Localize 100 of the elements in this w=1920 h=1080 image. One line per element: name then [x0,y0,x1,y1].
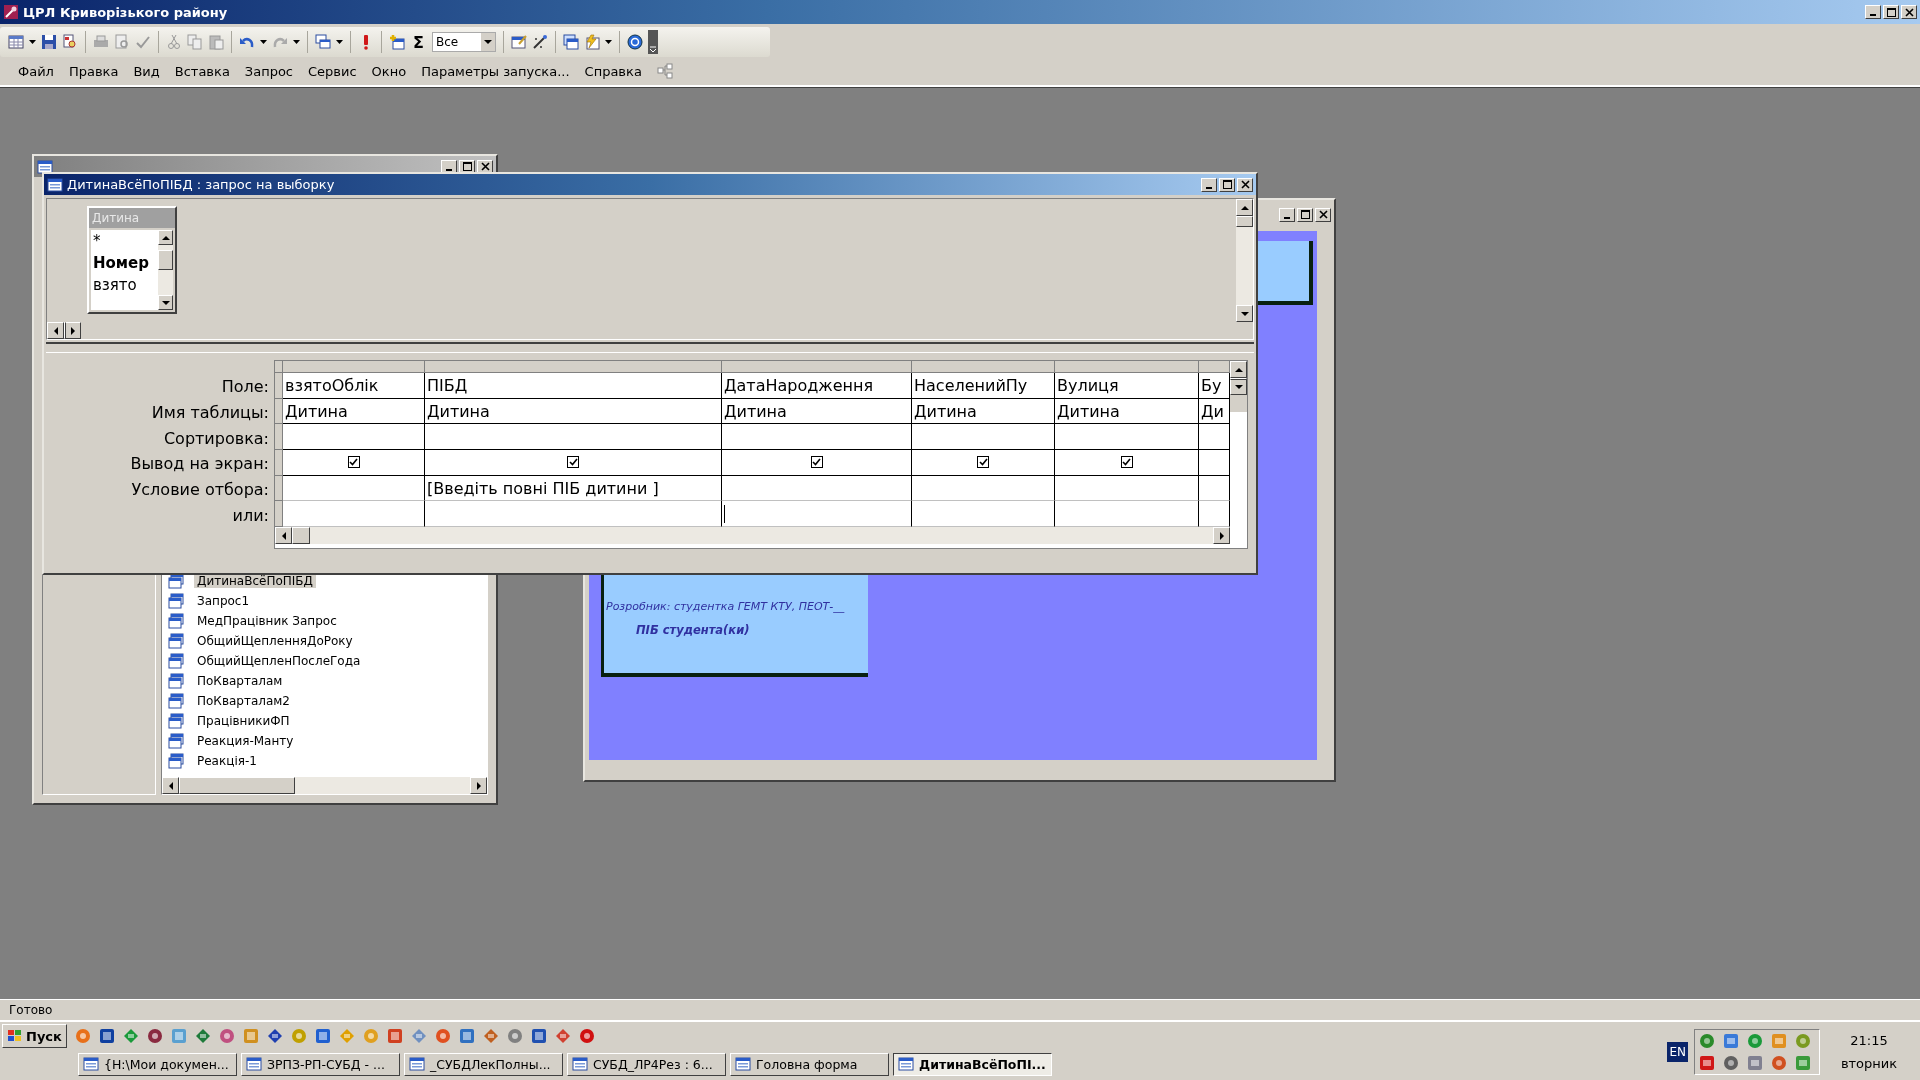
menu-item[interactable]: Вид [133,63,160,79]
minimize-button[interactable] [441,159,457,174]
query-icon[interactable] [168,653,184,669]
launcher-icon[interactable] [266,1028,283,1044]
query-icon[interactable] [168,713,184,729]
scroll-thumb[interactable] [1236,216,1253,227]
properties-icon[interactable] [510,34,527,50]
list-item[interactable]: ПоКварталам2 [194,694,293,708]
grid-cell[interactable] [1055,475,1199,502]
menu-item[interactable]: Справка [584,63,642,79]
checkbox[interactable] [977,456,989,469]
relationships-icon[interactable] [656,63,673,79]
tray-icon[interactable] [1699,1055,1715,1071]
grid-cell[interactable]: НаселенийПу [912,373,1055,399]
taskbar-button[interactable]: СУБД_ЛР4Рез : 6... [567,1052,726,1076]
row-selector[interactable] [275,373,283,399]
start-button[interactable]: Пуск [2,1024,67,1048]
grid-cell[interactable]: Вулиця [1055,373,1199,399]
column-selector[interactable] [1055,361,1199,373]
grid-cell[interactable] [912,424,1055,451]
row-selector[interactable] [275,475,283,502]
grid-cell[interactable] [1199,424,1230,451]
list-item[interactable]: ОбщийЩепленПослеГода [194,654,364,668]
scroll-arrow-button[interactable] [1230,361,1247,378]
scroll-thumb[interactable] [158,250,173,270]
launcher-icon[interactable] [146,1028,163,1044]
grid-cell[interactable] [1199,450,1230,476]
grid-cell[interactable] [425,424,722,451]
grid-cell[interactable]: Дитина [283,398,425,425]
tray-icon[interactable] [1771,1055,1787,1071]
pane-splitter[interactable] [46,342,1254,353]
grid-cell[interactable]: Дитина [425,398,722,425]
windows-icon[interactable] [315,34,331,50]
launcher-icon[interactable] [482,1028,499,1044]
field-name[interactable]: * [93,232,101,250]
scroll-arrow-button[interactable] [1236,199,1253,216]
list-item[interactable]: ПоКварталам [194,674,286,688]
launcher-icon[interactable] [458,1028,475,1044]
taskbar-button[interactable]: ДитинаВсёПоПІ... [893,1052,1052,1076]
launcher-icon[interactable] [98,1028,115,1044]
document-search-icon[interactable] [62,34,78,50]
caret-icon[interactable] [260,40,267,44]
grid-cell[interactable] [912,475,1055,502]
maximize-button[interactable] [1883,5,1899,19]
maximize-button[interactable] [1297,207,1313,222]
scroll-arrow-button[interactable] [470,777,487,794]
table-view-icon[interactable] [8,34,24,50]
maximize-button[interactable] [1219,177,1235,192]
query-icon[interactable] [47,176,63,193]
menu-item[interactable]: Запрос [244,63,293,79]
scroll-thumb[interactable] [179,777,296,794]
caret-icon[interactable] [293,40,300,44]
menu-item[interactable]: Файл [18,63,54,79]
window-icon[interactable] [83,1056,99,1072]
menu-item[interactable]: Параметры запуска... [421,63,570,79]
query-icon[interactable] [168,693,184,709]
grid-cell[interactable]: Дитина [912,398,1055,425]
scroll-thumb[interactable] [1230,378,1247,380]
wand-icon[interactable] [531,34,548,50]
table-field-list[interactable]: Дитина * Номер взято [87,206,177,314]
grid-cell[interactable]: Дитина [722,398,912,425]
grid-cell[interactable] [283,475,425,502]
field-name[interactable]: Номер [93,254,150,272]
window-icon[interactable] [409,1056,425,1072]
window-icon[interactable] [735,1056,751,1072]
column-selector[interactable] [722,361,912,373]
tray-icon[interactable] [1723,1055,1739,1071]
launcher-icon[interactable] [530,1028,547,1044]
grid-cell[interactable] [722,475,912,502]
launcher-icon[interactable] [314,1028,331,1044]
grid-cell[interactable]: Дитина [1055,398,1199,425]
close-button[interactable] [1901,5,1917,19]
close-button[interactable] [477,159,493,174]
query-icon[interactable] [168,593,184,609]
list-item[interactable]: Реакція-1 [194,754,260,768]
column-selector[interactable] [912,361,1055,373]
scroll-arrow-button[interactable] [158,230,173,245]
tray-icon[interactable] [1699,1033,1715,1049]
minimize-button[interactable] [1279,207,1295,222]
query-icon[interactable] [168,753,184,769]
launcher-icon[interactable] [554,1028,571,1044]
close-button[interactable] [1315,207,1331,222]
filter-dropdown[interactable]: Все [431,32,496,52]
field-name[interactable]: взято [93,276,137,294]
database-window-icon[interactable] [562,34,579,50]
caret-icon[interactable] [29,40,36,44]
grid-cell[interactable] [1055,424,1199,451]
grid-cell[interactable]: ПІБД [425,373,722,399]
minimize-button[interactable] [1201,177,1217,192]
taskbar-button[interactable]: _СУБДЛекПолны... [404,1052,563,1076]
close-button[interactable] [1237,177,1253,192]
menu-item[interactable]: Правка [68,63,119,79]
help-icon[interactable] [626,34,643,50]
toolbar-options-icon[interactable] [647,30,658,54]
launcher-icon[interactable] [218,1028,235,1044]
checkbox[interactable] [1120,456,1133,469]
grid-cell[interactable]: [Введіть повні ПІБ дитини ] [425,475,722,502]
grid-cell[interactable] [283,424,425,451]
window-icon[interactable] [246,1056,262,1072]
menu-item[interactable]: Сервис [308,63,357,79]
